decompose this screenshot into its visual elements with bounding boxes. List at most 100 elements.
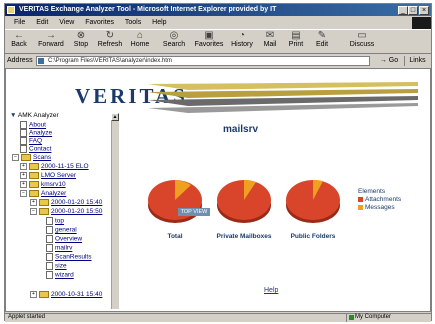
tree-root[interactable]: ▼ AMK Analyzer	[10, 112, 59, 120]
menu-file[interactable]: File	[14, 19, 25, 26]
help-link[interactable]: Help	[264, 287, 278, 294]
folder-icon	[39, 199, 49, 206]
document-icon	[20, 137, 27, 145]
favorites-icon: ▣	[204, 30, 214, 41]
tree-run-item-4[interactable]: ScanResults	[46, 253, 92, 261]
navigation-tree: ▼ AMK Analyzer About Analyze FAQ Contact…	[6, 112, 121, 310]
minimize-button[interactable]: _	[398, 6, 408, 15]
print-icon: ▤	[291, 30, 301, 41]
tree-run-item-6[interactable]: wizard	[46, 271, 74, 279]
pie-label-public-folders: Public Folders	[290, 233, 336, 240]
tree-run-item-2[interactable]: Overview	[46, 235, 82, 243]
stop-icon: ⊗	[76, 30, 86, 41]
menu-tools[interactable]: Tools	[125, 19, 141, 26]
discuss-button[interactable]: ▭ Discuss	[346, 31, 378, 53]
pie-total[interactable]	[146, 176, 204, 226]
menu-view[interactable]: View	[59, 19, 74, 26]
expand-icon: +	[20, 163, 27, 170]
folder-icon	[39, 291, 49, 298]
tree-scan-3[interactable]: − Analyzer	[20, 190, 66, 198]
print-button[interactable]: ▤ Print	[286, 31, 306, 53]
collapse-icon: −	[12, 154, 19, 161]
favorites-button[interactable]: ▣ Favorites	[192, 31, 226, 53]
tree-run-item-1[interactable]: general	[46, 226, 77, 234]
computer-zone-icon	[349, 315, 354, 320]
document-icon	[20, 145, 27, 153]
document-icon	[46, 262, 53, 270]
forward-button[interactable]: → Forward	[38, 31, 64, 53]
tree-run-0[interactable]: +2000-01-20 15:40	[30, 199, 102, 207]
tree-run-1[interactable]: −2000-01-20 15:50	[30, 208, 102, 216]
folder-icon	[29, 163, 39, 170]
folder-icon	[39, 208, 49, 215]
folder-icon	[29, 172, 39, 179]
expand-icon: +	[30, 291, 37, 298]
refresh-icon: ↻	[105, 30, 115, 41]
menu-favorites[interactable]: Favorites	[85, 19, 114, 26]
tree-scrollbar[interactable]	[111, 113, 119, 309]
document-icon	[20, 121, 27, 129]
refresh-button[interactable]: ↻ Refresh	[96, 31, 124, 53]
tree-item-contact[interactable]: Contact	[20, 145, 51, 153]
maximize-button[interactable]: □	[408, 6, 418, 15]
legend-item-attachments: Attachments	[358, 196, 401, 203]
legend-title: Elements	[358, 188, 386, 195]
home-button[interactable]: ⌂ Home	[128, 31, 152, 53]
tree-item-faq[interactable]: FAQ	[20, 137, 42, 145]
home-icon: ⌂	[136, 30, 144, 41]
document-icon	[46, 271, 53, 279]
back-arrow-icon: ←	[14, 30, 24, 41]
tree-scan-1[interactable]: + LMO Server	[20, 172, 76, 180]
tree-run-2[interactable]: +2000-10-31 15:40	[30, 291, 102, 299]
tree-item-analyze[interactable]: Analyze	[20, 129, 52, 137]
ie-throbber-icon	[412, 17, 431, 29]
tree-scan-2[interactable]: + kmsrv10	[20, 181, 66, 189]
tree-run-item-0[interactable]: top	[46, 217, 64, 225]
page-icon	[38, 58, 44, 64]
back-button[interactable]: ← Back	[8, 31, 30, 53]
document-icon	[46, 244, 53, 252]
tree-scan-0[interactable]: +2000-11-15 ELO	[20, 163, 89, 171]
document-icon	[46, 226, 53, 234]
tree-run-item-5[interactable]: size	[46, 262, 67, 270]
scroll-up-arrow-icon[interactable]: ▲	[111, 113, 119, 121]
go-button[interactable]: → Go	[377, 56, 401, 66]
document-icon	[46, 235, 53, 243]
history-button[interactable]: ◔ History	[228, 31, 256, 53]
search-button[interactable]: ◎ Search	[160, 31, 188, 53]
triangle-down-icon: ▼	[10, 112, 18, 119]
history-icon: ◔	[238, 30, 246, 41]
stop-button[interactable]: ⊗ Stop	[70, 31, 92, 53]
status-text: Applet started	[8, 314, 46, 320]
logo-stripes	[148, 82, 418, 113]
security-zone: My Computer	[346, 313, 430, 322]
close-button[interactable]: ×	[419, 6, 429, 15]
expand-icon: +	[30, 199, 37, 206]
legend-item-messages: Messages	[358, 204, 395, 211]
document-icon	[46, 253, 53, 261]
tree-run-item-3[interactable]: mailrv	[46, 244, 72, 252]
links-button[interactable]: Links	[404, 56, 430, 66]
address-input[interactable]: C:\Program Files\VERITAS\analyzer\index.…	[36, 56, 370, 66]
collapse-icon: −	[30, 208, 37, 215]
menu-bar: File Edit View Favorites Tools Help	[5, 17, 431, 28]
mail-icon: ✉	[265, 30, 275, 41]
pie-public-folders[interactable]	[284, 176, 342, 226]
menu-edit[interactable]: Edit	[36, 19, 48, 26]
legend-swatch	[358, 204, 363, 210]
pie-private-mailboxes[interactable]	[215, 176, 273, 226]
ie-app-icon	[7, 6, 15, 14]
window-title: VERITAS Exchange Analyzer Tool - Microso…	[5, 4, 431, 16]
discuss-icon: ▭	[357, 30, 367, 41]
address-label: Address	[7, 57, 33, 64]
menu-help[interactable]: Help	[152, 19, 166, 26]
edit-button[interactable]: ✎ Edit	[312, 31, 332, 53]
mail-button[interactable]: ✉ Mail	[260, 31, 280, 53]
tree-item-about[interactable]: About	[20, 121, 46, 129]
server-title: mailsrv	[223, 124, 259, 135]
legend-swatch	[358, 196, 363, 202]
collapse-icon: −	[20, 190, 27, 197]
document-icon	[20, 129, 27, 137]
forward-arrow-icon: →	[46, 30, 56, 41]
tree-item-scans[interactable]: − Scans	[12, 154, 51, 162]
